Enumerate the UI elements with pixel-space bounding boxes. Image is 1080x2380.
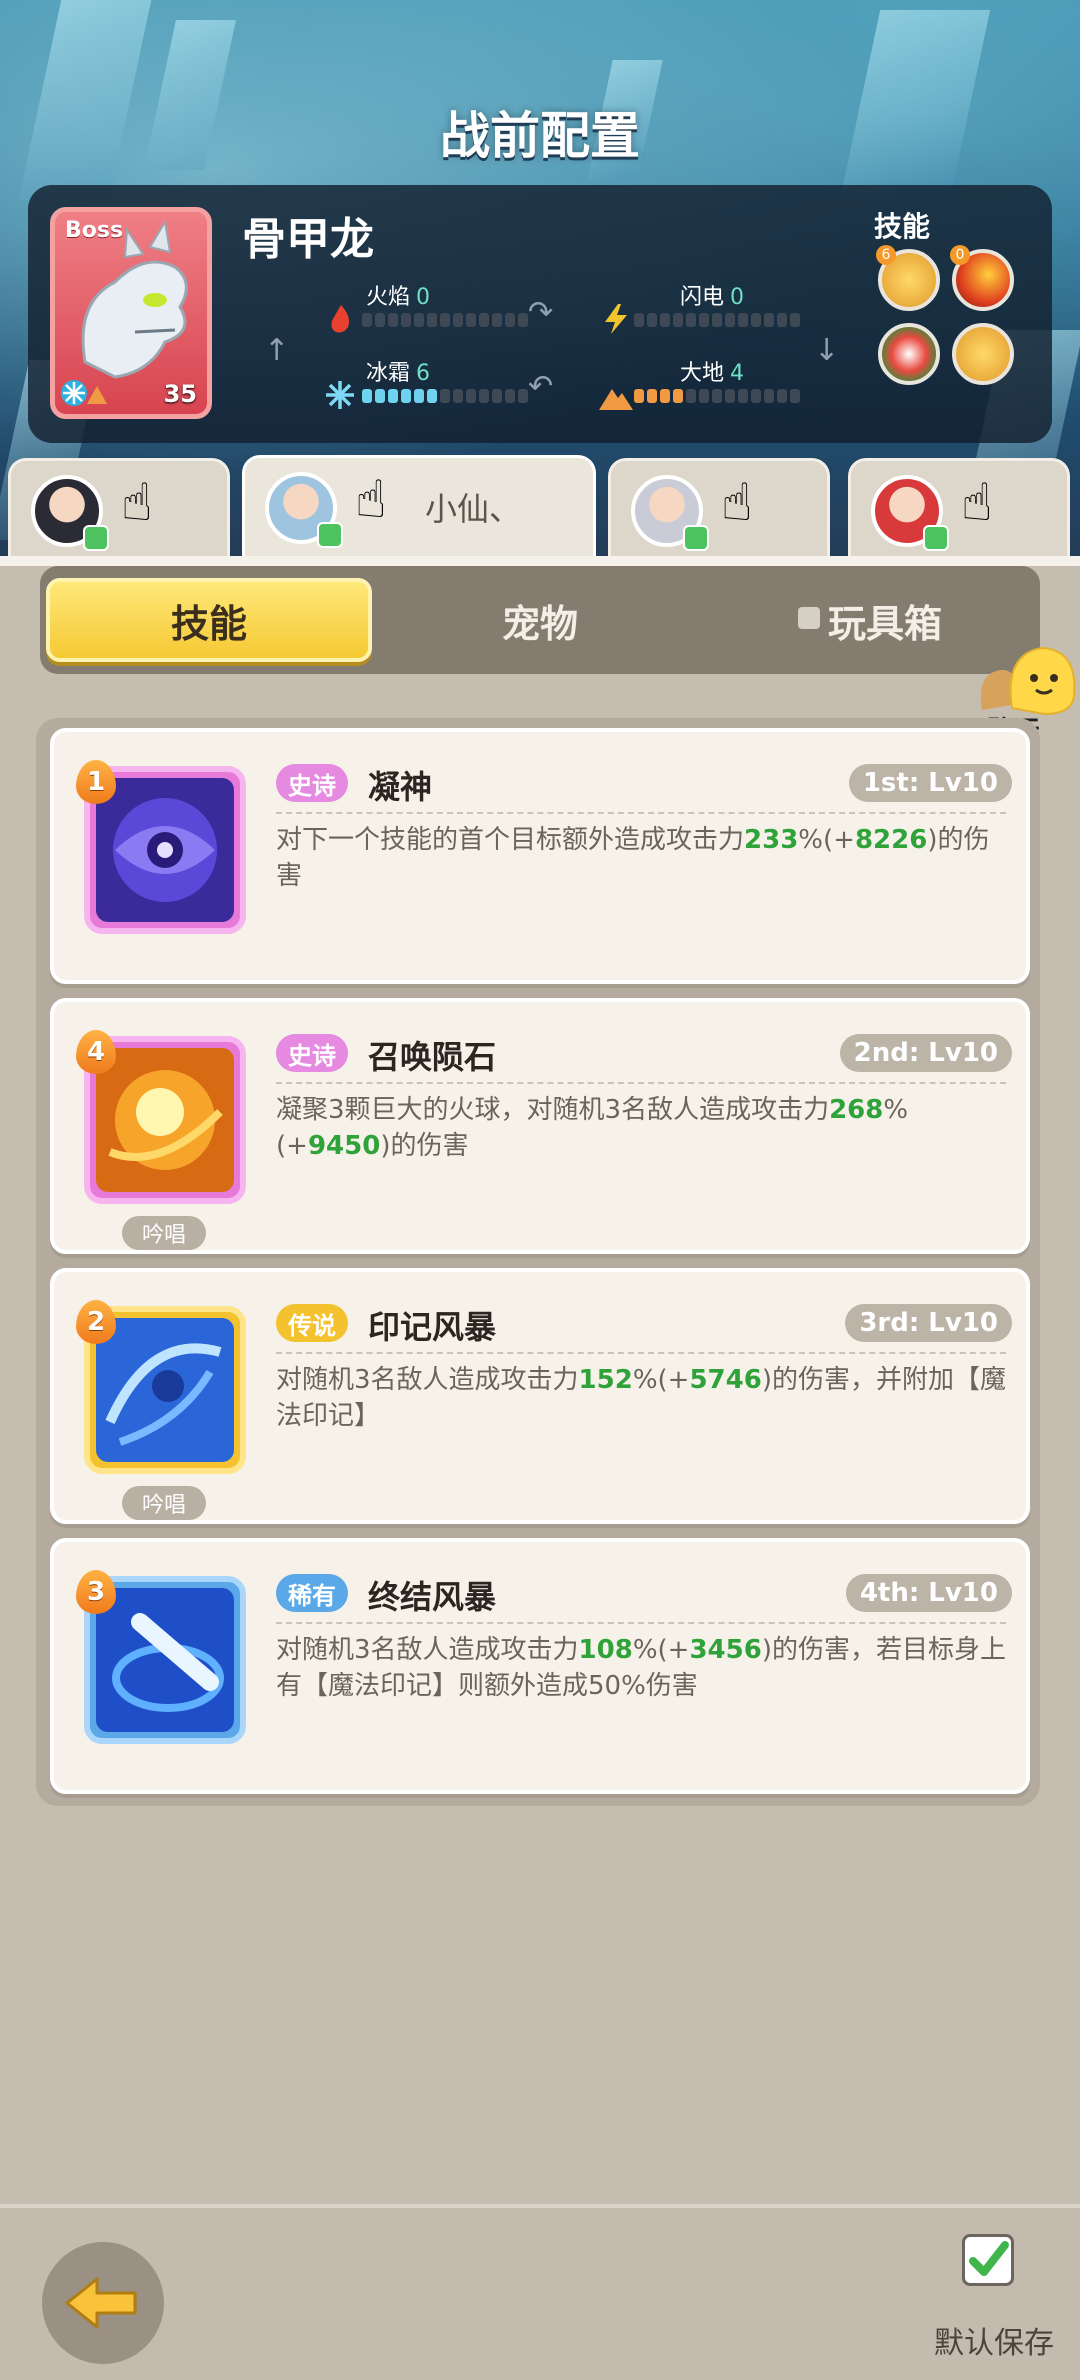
chant-badge: 吟唱 bbox=[122, 1216, 206, 1250]
skill-description: 凝聚3颗巨大的火球，对随机3名敌人造成攻击力268%(+9450)的伤害 bbox=[276, 1095, 909, 1161]
boss-skills-label: 技能 bbox=[874, 210, 931, 243]
hero-name: 小仙、 bbox=[425, 490, 522, 528]
page-title: 战前配置 bbox=[440, 107, 640, 165]
earth-stat: 大地 4 bbox=[680, 355, 744, 387]
tab-skills[interactable]: 技能 bbox=[46, 578, 372, 662]
boss-name: 骨甲龙 bbox=[242, 214, 374, 265]
hero-tab-3[interactable]: ☝ bbox=[608, 458, 830, 558]
back-arrow-icon bbox=[65, 2277, 137, 2329]
back-button[interactable] bbox=[42, 2242, 164, 2364]
frost-bar bbox=[362, 389, 528, 403]
boss-portrait-card[interactable]: Boss 35 bbox=[50, 207, 212, 419]
fire-icon bbox=[331, 305, 350, 333]
boss-info-panel: Boss 35 骨甲龙 火焰 0 闪电 0 冰霜 6 大地 4 ↷ ↶ ↑ ↓ … bbox=[28, 185, 1052, 443]
mountain-icon bbox=[599, 389, 633, 410]
fire-bar bbox=[362, 313, 528, 327]
lightning-icon bbox=[605, 304, 627, 334]
skill-count-badge: 6 bbox=[876, 245, 896, 265]
chant-badge: 吟唱 bbox=[122, 1486, 206, 1520]
frost-value: 6 bbox=[416, 361, 431, 386]
snowflake-icon bbox=[326, 381, 354, 409]
cycle-arrow-icon: ↶ bbox=[528, 369, 554, 404]
skill-name: 凝神 bbox=[368, 768, 433, 806]
fire-value: 0 bbox=[416, 285, 431, 310]
chat-status-icon bbox=[683, 525, 709, 551]
lightning-value: 0 bbox=[730, 285, 745, 310]
skill-count-badge: 0 bbox=[950, 245, 970, 265]
skill-name: 印记风暴 bbox=[368, 1308, 497, 1346]
bottom-bar: 默认保存 bbox=[0, 2204, 1080, 2380]
skill-description: 对下一个技能的首个目标额外造成攻击力233%(+8226)的伤害 bbox=[276, 825, 990, 891]
tab-pets-label: 宠物 bbox=[501, 601, 578, 646]
lightning-label: 闪电 bbox=[680, 285, 725, 310]
default-save-label: 默认保存 bbox=[934, 2326, 1054, 2361]
divider bbox=[276, 812, 1006, 814]
skill-description: 对随机3名敌人造成攻击力108%(+3456)的伤害，若目标身上有【魔法印记】则… bbox=[276, 1635, 1006, 1701]
skill-card[interactable]: 4 吟唱 史诗 召唤陨石 2nd: Lv10 凝聚3颗巨大的火球，对随机3名敌人… bbox=[50, 998, 1030, 1254]
skill-description: 对随机3名敌人造成攻击力152%(+5746)的伤害，并附加【魔法印记】 bbox=[276, 1365, 1006, 1431]
rank-badge: 1 bbox=[76, 760, 116, 804]
frost-stat: 冰霜 6 bbox=[366, 355, 430, 387]
fire-stat: 火焰 0 bbox=[366, 279, 430, 311]
pointing-hand-icon: ☝ bbox=[121, 473, 153, 533]
boss-skill-spirit-icon[interactable] bbox=[878, 323, 940, 385]
pointing-hand-icon: ☝ bbox=[355, 470, 387, 530]
skill-slot-level: 2nd: Lv10 bbox=[839, 1034, 1012, 1072]
earth-label: 大地 bbox=[680, 361, 725, 386]
skill-card[interactable]: 3 稀有 终结风暴 4th: Lv10 对随机3名敌人造成攻击力108%(+34… bbox=[50, 1538, 1030, 1794]
lightning-bar bbox=[634, 313, 800, 327]
hero-tab-2[interactable]: ☝ 小仙、 bbox=[242, 455, 596, 563]
cycle-arrow-icon: ↓ bbox=[814, 333, 840, 368]
skill-slot-level: 4th: Lv10 bbox=[845, 1574, 1012, 1612]
fire-label: 火焰 bbox=[366, 285, 411, 310]
chat-status-icon bbox=[83, 525, 109, 551]
hero-tab-1[interactable]: ☝ bbox=[8, 458, 230, 558]
rarity-badge: 稀有 bbox=[276, 1574, 348, 1612]
default-save-checkbox[interactable] bbox=[962, 2234, 1014, 2286]
divider bbox=[276, 1082, 1006, 1084]
cycle-arrow-icon: ↑ bbox=[264, 333, 290, 368]
skill-name: 召唤陨石 bbox=[368, 1038, 497, 1076]
rank-badge: 3 bbox=[76, 1570, 116, 1614]
rarity-badge: 传说 bbox=[276, 1304, 348, 1342]
lightning-stat: 闪电 0 bbox=[680, 279, 744, 311]
rank-badge: 4 bbox=[76, 1030, 116, 1074]
divider bbox=[276, 1622, 1006, 1624]
chat-status-icon bbox=[317, 522, 343, 548]
skill-card[interactable]: 1 史诗 凝神 1st: Lv10 对下一个技能的首个目标额外造成攻击力233%… bbox=[50, 728, 1030, 984]
frost-label: 冰霜 bbox=[366, 361, 411, 386]
skill-name: 终结风暴 bbox=[368, 1578, 497, 1616]
checkmark-icon bbox=[969, 2241, 1009, 2276]
skill-slot-level: 1st: Lv10 bbox=[848, 764, 1012, 802]
tab-skills-label: 技能 bbox=[170, 601, 247, 646]
chat-status-icon bbox=[923, 525, 949, 551]
skill-card[interactable]: 2 吟唱 传说 印记风暴 3rd: Lv10 对随机3名敌人造成攻击力152%(… bbox=[50, 1268, 1030, 1524]
rarity-badge: 史诗 bbox=[276, 1034, 348, 1072]
pointing-hand-icon: ☝ bbox=[721, 473, 753, 533]
earth-value: 4 bbox=[730, 361, 745, 386]
cycle-arrow-icon: ↷ bbox=[528, 295, 554, 330]
hero-tab-4[interactable]: ☝ bbox=[848, 458, 1070, 558]
earth-element-icon bbox=[87, 386, 107, 404]
boss-level: 35 bbox=[163, 380, 197, 408]
boss-skill-chick-icon[interactable] bbox=[952, 323, 1014, 385]
tab-toybox-label: 玩具箱 bbox=[827, 601, 942, 646]
config-tab-bar: 技能 宠物 玩具箱 bbox=[40, 566, 1040, 674]
rank-badge: 2 bbox=[76, 1300, 116, 1344]
lock-icon bbox=[797, 607, 820, 629]
rarity-badge: 史诗 bbox=[276, 764, 348, 802]
pointing-hand-icon: ☝ bbox=[961, 473, 993, 533]
earth-bar bbox=[634, 389, 800, 403]
skill-slot-level: 3rd: Lv10 bbox=[845, 1304, 1012, 1342]
tab-pets[interactable]: 宠物 bbox=[380, 578, 700, 662]
divider bbox=[276, 1352, 1006, 1354]
